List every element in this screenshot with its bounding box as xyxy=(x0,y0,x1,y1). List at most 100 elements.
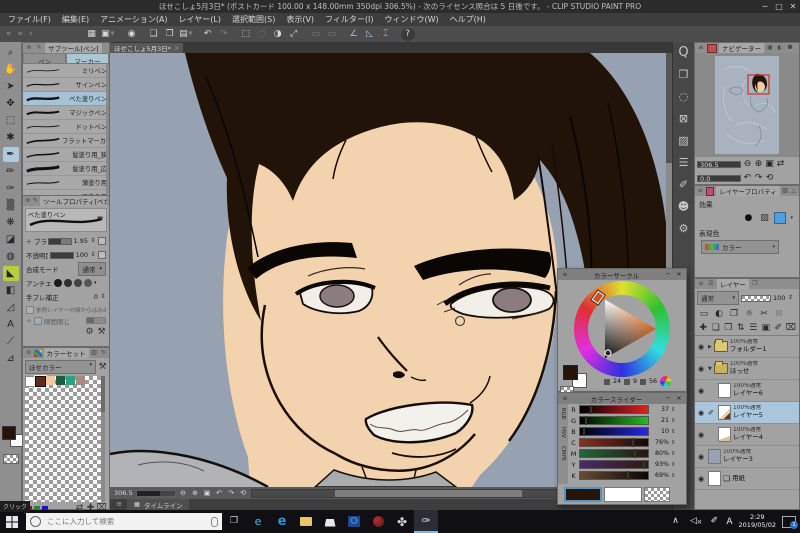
document-tab-close-icon[interactable]: × xyxy=(174,44,179,52)
layers-tab2-icon[interactable]: ❐ xyxy=(751,280,759,288)
brush-size-checkbox[interactable] xyxy=(98,237,106,245)
nav-extra-tab-icon[interactable]: ◐ xyxy=(776,44,784,52)
foreground-color-chip[interactable] xyxy=(563,365,578,380)
task-view-button[interactable]: ❒ xyxy=(222,510,246,533)
rotate-left-icon[interactable]: ↶ xyxy=(215,489,224,498)
strip-close-icon[interactable]: ⊠ xyxy=(676,110,692,126)
taskbar-clock[interactable]: 2:29 2019/05/02 xyxy=(739,513,776,530)
slider-row-y[interactable]: Y 93% ⇕ xyxy=(568,459,686,470)
menu-file[interactable]: ファイル(F) xyxy=(8,14,51,25)
swatch[interactable] xyxy=(76,376,85,385)
slider-row-c[interactable]: C 76% ⇕ xyxy=(568,437,686,448)
red-app[interactable] xyxy=(366,510,390,533)
panel-menu-icon[interactable]: ≋ xyxy=(25,349,32,357)
brush-size-stepper-icon[interactable]: ⇕ xyxy=(90,235,96,247)
internet-explorer-app[interactable]: e xyxy=(246,510,270,533)
minimize-panel-icon[interactable]: ─ xyxy=(664,271,672,279)
visibility-eye-icon[interactable]: ◉ xyxy=(696,387,706,395)
aa-weak-icon[interactable] xyxy=(64,279,72,287)
blend-mode-dropdown[interactable]: 通常 ▾ xyxy=(78,262,106,276)
start-button[interactable] xyxy=(0,510,24,533)
panel-menu-icon[interactable]: ≡ xyxy=(697,44,705,52)
brush-size-row[interactable]: ＋ブラシサイズ 1.95 ⇕ xyxy=(23,234,109,248)
fill-tool[interactable]: ◣ xyxy=(2,266,19,281)
close-panel-icon[interactable]: ✕ xyxy=(675,271,683,279)
panel-menu-icon[interactable]: ≡ xyxy=(561,271,569,279)
mask-icon[interactable]: ▣ xyxy=(761,322,772,334)
panel-menu-icon[interactable]: ≡ xyxy=(697,280,705,288)
layer-row-folder2[interactable]: ◉ ▼ 100%通常 ほっせ xyxy=(695,358,799,380)
visibility-eye-icon[interactable]: ◉ xyxy=(696,409,706,417)
screen-caret-icon[interactable]: ▾ xyxy=(110,28,115,40)
strip-person-icon[interactable]: ☻ xyxy=(676,198,692,214)
invert-selection-icon[interactable]: ◑ xyxy=(272,28,284,40)
minimize-panel-icon[interactable]: ─ xyxy=(664,395,672,403)
nav-flip-h-icon[interactable]: ⇄ xyxy=(776,158,785,170)
lp-tab3-icon[interactable]: △ xyxy=(790,187,797,195)
document-tab[interactable]: ほせこしょ5月3日* × xyxy=(110,43,184,53)
toolprop-tab-icon[interactable]: ✎ xyxy=(32,197,38,205)
background-color-chip[interactable] xyxy=(604,487,642,502)
close-panel-icon[interactable]: ✕ xyxy=(675,395,683,403)
new-folder-icon[interactable]: ❐ xyxy=(723,322,734,334)
operate-tool[interactable]: ➤ xyxy=(3,79,19,94)
strip-circle-icon[interactable]: ◌ xyxy=(676,88,692,104)
new-raster-layer-icon[interactable]: ❏ xyxy=(711,322,722,334)
search-input[interactable] xyxy=(45,516,199,527)
menu-window[interactable]: ウィンドウ(W) xyxy=(385,14,439,25)
preview-eye-icon[interactable]: ◉ xyxy=(126,28,138,40)
delete-layer-icon[interactable]: ⌧ xyxy=(786,322,797,334)
mic-icon[interactable] xyxy=(211,516,218,527)
tab-rgb[interactable]: RGB xyxy=(560,408,566,419)
sv-triangle[interactable] xyxy=(574,281,670,377)
tab-cmyk[interactable]: CMYK xyxy=(560,446,566,461)
notification-center-icon[interactable]: 1 xyxy=(782,515,798,529)
menu-filter[interactable]: フィルター(I) xyxy=(325,14,373,25)
toolprop-title[interactable]: ツールプロパティ[べた塗り...] xyxy=(39,196,107,206)
folder-collapse-icon[interactable]: ▼ xyxy=(708,366,712,372)
colorset-tab3-icon[interactable]: ↻ xyxy=(100,349,107,357)
transform-icon[interactable]: ⤢ xyxy=(288,28,300,40)
foreground-color-chip[interactable] xyxy=(1,426,16,440)
swatch-selected[interactable] xyxy=(34,375,47,388)
transparent-color-chip[interactable] xyxy=(644,487,670,502)
tab-marker[interactable]: マーカー xyxy=(66,53,109,66)
slider-row-m[interactable]: M 80% ⇕ xyxy=(568,448,686,459)
expression-color-dropdown[interactable]: カラー ▾ xyxy=(701,240,779,254)
tone-effect-icon[interactable]: ▨ xyxy=(758,212,770,224)
antialias-row[interactable]: アンチエイリアス ▾ xyxy=(23,276,109,290)
brush-item[interactable]: 髪塗り用_広 xyxy=(23,162,109,176)
decoration-tool[interactable]: ❋ xyxy=(3,215,19,230)
visibility-eye-icon[interactable]: ◉ xyxy=(696,475,706,483)
figure-tool[interactable]: ◿ xyxy=(3,300,19,315)
selection-tool[interactable]: ⬚ xyxy=(3,113,19,128)
reference-layer-row[interactable]: 参照レイヤーの縁からはみ出さない xyxy=(23,304,109,315)
panel-menu-icon[interactable]: ≡ xyxy=(113,499,125,511)
tab-hsv[interactable]: HSV xyxy=(560,427,566,438)
pen-settings-icon[interactable]: ✐ xyxy=(708,516,720,528)
close-gap-row[interactable]: ＋ 隙間閉じ xyxy=(23,315,109,326)
brush-list-scrollbar[interactable] xyxy=(106,64,109,194)
colorset-grid[interactable] xyxy=(25,375,105,502)
aa-middle-icon[interactable] xyxy=(74,279,82,287)
panel-menu-icon[interactable]: ≋ xyxy=(25,44,33,52)
snap-special-ruler-icon[interactable]: ◺ xyxy=(364,28,376,40)
brush-item[interactable]: 髪塗り用_狭 xyxy=(23,148,109,162)
brush-item-selected[interactable]: べた塗りペン xyxy=(23,92,109,106)
select-new-icon[interactable]: ⬚ xyxy=(240,28,252,40)
outlook-app[interactable]: O xyxy=(342,510,366,533)
pencil-tool[interactable]: ✏ xyxy=(3,164,19,179)
clip-studio-app[interactable]: ✤ xyxy=(390,510,414,533)
layer-blend-dropdown[interactable]: 通常 ▾ xyxy=(697,291,739,305)
slider-row-k[interactable]: K 69% ⇕ xyxy=(568,470,686,481)
menu-edit[interactable]: 編集(E) xyxy=(62,14,89,25)
line-correct-tool[interactable]: ⟋ xyxy=(3,334,19,349)
layer-row-4[interactable]: ◉ 100%通常 レイヤー4 xyxy=(695,424,799,446)
volume-muted-icon[interactable]: ◁ × xyxy=(687,516,702,528)
brush-item[interactable]: フラットマーカー xyxy=(23,134,109,148)
new-file-icon[interactable]: ❏ xyxy=(148,28,160,40)
close-icon[interactable]: ✕ xyxy=(788,1,798,13)
auto-select-tool[interactable]: ✱ xyxy=(3,130,19,145)
lock-layer-icon[interactable]: ⊠ xyxy=(773,308,785,320)
nav-fit-icon[interactable]: ▣ xyxy=(765,158,774,170)
